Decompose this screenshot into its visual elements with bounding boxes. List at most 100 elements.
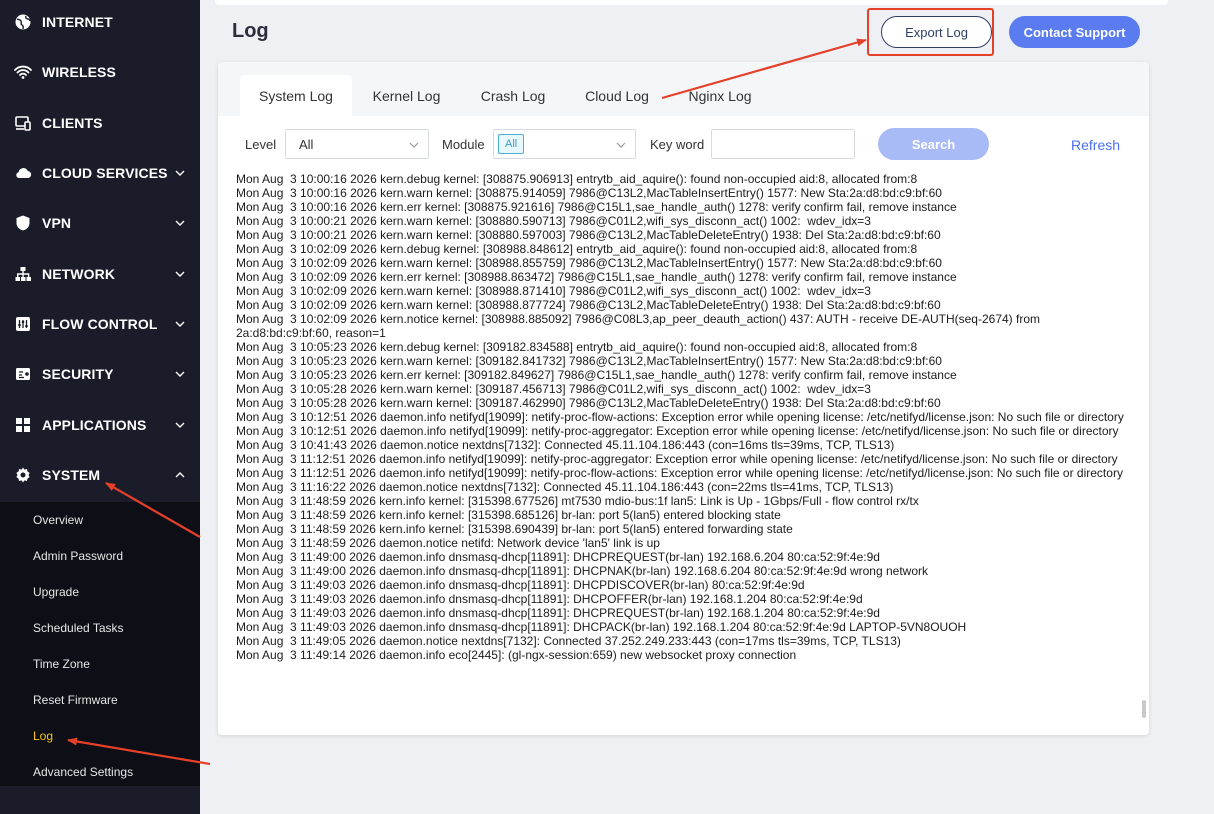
submenu-item-admin-password[interactable]: Admin Password <box>33 549 123 563</box>
sidebar-item-vpn[interactable]: VPN <box>0 198 200 248</box>
log-line: Mon Aug 3 10:00:16 2026 kern.warn kernel… <box>236 186 942 200</box>
chevron-down-icon <box>174 217 186 229</box>
chevron-down-icon <box>174 419 186 431</box>
keyword-label: Key word <box>650 137 705 152</box>
log-line: Mon Aug 3 10:05:28 2026 kern.warn kernel… <box>236 382 871 396</box>
chevron-down-icon <box>174 318 186 330</box>
sidebar-item-cloud-services[interactable]: CLOUD SERVICES <box>0 148 200 198</box>
sidebar-item-applications[interactable]: APPLICATIONS <box>0 400 200 450</box>
log-line: Mon Aug 3 10:12:51 2026 daemon.info neti… <box>236 424 1119 438</box>
sidebar-item-wireless[interactable]: WIRELESS <box>0 47 200 97</box>
refresh-link[interactable]: Refresh <box>1071 137 1120 153</box>
tab-kernel-log[interactable]: Kernel Log <box>361 75 452 116</box>
log-line: Mon Aug 3 11:49:00 2026 daemon.info dnsm… <box>236 550 880 564</box>
log-line: Mon Aug 3 11:49:03 2026 daemon.info dnsm… <box>236 592 863 606</box>
log-line: Mon Aug 3 11:49:00 2026 daemon.info dnsm… <box>236 564 928 578</box>
devices-icon <box>14 114 32 132</box>
log-line: Mon Aug 3 10:00:16 2026 kern.debug kerne… <box>236 172 918 186</box>
system-submenu: Overview Admin Password Upgrade Schedule… <box>0 502 200 786</box>
log-viewer[interactable]: Mon Aug 3 10:00:16 2026 kern.debug kerne… <box>236 172 1142 719</box>
sidebar-item-label: APPLICATIONS <box>42 417 147 433</box>
log-line: Mon Aug 3 10:00:21 2026 kern.warn kernel… <box>236 214 871 228</box>
submenu-item-overview[interactable]: Overview <box>33 513 83 527</box>
sidebar-item-label: FLOW CONTROL <box>42 316 158 332</box>
sidebar-item-clients[interactable]: CLIENTS <box>0 98 200 148</box>
module-tag: All <box>498 134 525 154</box>
sidebar-item-label: NETWORK <box>42 266 116 282</box>
keyword-input[interactable] <box>711 129 855 159</box>
tab-bar: System Log Kernel Log Crash Log Cloud Lo… <box>218 62 1149 116</box>
log-line: Mon Aug 3 10:05:23 2026 kern.err kernel:… <box>236 368 957 382</box>
log-line: Mon Aug 3 11:49:14 2026 daemon.info eco[… <box>236 648 797 662</box>
log-line: Mon Aug 3 10:41:43 2026 daemon.notice ne… <box>236 438 895 452</box>
module-select[interactable]: All <box>493 129 636 159</box>
tab-crash-log[interactable]: Crash Log <box>471 75 555 116</box>
sidebar-item-label: INTERNET <box>42 14 113 30</box>
chevron-down-icon <box>174 167 186 179</box>
log-scrollbar-thumb[interactable] <box>1142 700 1146 718</box>
flow-control-icon <box>14 315 32 333</box>
chevron-down-icon <box>174 368 186 380</box>
wifi-icon <box>14 63 32 81</box>
log-line: Mon Aug 3 10:02:09 2026 kern.warn kernel… <box>236 298 941 312</box>
sidebar-item-label: SECURITY <box>42 366 114 382</box>
sidebar-item-label: VPN <box>42 215 72 231</box>
level-select-value: All <box>299 137 314 152</box>
level-label: Level <box>245 137 277 152</box>
sidebar: INTERNET WIRELESS CLIENTS CLOUD SERVICES… <box>0 0 200 814</box>
gear-icon <box>14 466 32 484</box>
log-line: Mon Aug 3 10:02:09 2026 kern.debug kerne… <box>236 242 918 256</box>
search-button[interactable]: Search <box>878 128 989 160</box>
submenu-item-scheduled-tasks[interactable]: Scheduled Tasks <box>33 621 124 635</box>
submenu-item-time-zone[interactable]: Time Zone <box>33 657 90 671</box>
chevron-down-icon <box>174 268 186 280</box>
log-line: Mon Aug 3 10:12:51 2026 daemon.info neti… <box>236 410 1124 424</box>
log-line: Mon Aug 3 11:48:59 2026 kern.info kernel… <box>236 494 919 508</box>
sidebar-item-internet[interactable]: INTERNET <box>0 0 200 47</box>
sidebar-item-security[interactable]: SECURITY <box>0 349 200 399</box>
log-line: Mon Aug 3 11:48:59 2026 kern.info kernel… <box>236 522 793 536</box>
sidebar-item-label: CLOUD SERVICES <box>42 165 168 181</box>
submenu-item-advanced-settings[interactable]: Advanced Settings <box>33 765 133 779</box>
log-line: Mon Aug 3 10:05:23 2026 kern.warn kernel… <box>236 354 942 368</box>
top-strip <box>215 0 1168 5</box>
log-line: Mon Aug 3 10:00:21 2026 kern.warn kernel… <box>236 228 941 242</box>
log-line: Mon Aug 3 11:49:03 2026 daemon.info dnsm… <box>236 578 805 592</box>
sidebar-item-flow-control[interactable]: FLOW CONTROL <box>0 299 200 349</box>
level-select[interactable]: All <box>285 129 429 159</box>
chevron-down-icon <box>408 139 420 151</box>
sidebar-item-system[interactable]: SYSTEM <box>0 450 200 500</box>
tab-cloud-log[interactable]: Cloud Log <box>574 75 660 116</box>
log-line: Mon Aug 3 10:05:28 2026 kern.warn kernel… <box>236 396 941 410</box>
log-line: Mon Aug 3 11:12:51 2026 daemon.info neti… <box>236 466 1123 480</box>
globe-icon <box>14 13 32 31</box>
log-line: Mon Aug 3 10:00:16 2026 kern.err kernel:… <box>236 200 957 214</box>
sidebar-item-label: CLIENTS <box>42 115 103 131</box>
network-icon <box>14 265 32 283</box>
page-title: Log <box>232 20 269 42</box>
log-line: Mon Aug 3 10:02:09 2026 kern.warn kernel… <box>236 284 871 298</box>
submenu-item-log[interactable]: Log <box>33 729 53 743</box>
log-line: Mon Aug 3 11:49:03 2026 daemon.info dnsm… <box>236 606 880 620</box>
submenu-item-reset-firmware[interactable]: Reset Firmware <box>33 693 118 707</box>
security-icon <box>14 365 32 383</box>
cloud-icon <box>14 164 32 182</box>
applications-icon <box>14 416 32 434</box>
log-line: Mon Aug 3 11:12:51 2026 daemon.info neti… <box>236 452 1118 466</box>
export-log-button[interactable]: Export Log <box>881 16 992 48</box>
sidebar-item-label: WIRELESS <box>42 64 116 80</box>
module-label: Module <box>442 137 485 152</box>
contact-support-button[interactable]: Contact Support <box>1009 16 1140 48</box>
tab-system-log[interactable]: System Log <box>240 75 352 116</box>
log-line: Mon Aug 3 11:48:59 2026 daemon.notice ne… <box>236 536 660 550</box>
chevron-up-icon <box>174 469 186 481</box>
submenu-item-upgrade[interactable]: Upgrade <box>33 585 79 599</box>
sidebar-item-label: SYSTEM <box>42 467 101 483</box>
tab-nginx-log[interactable]: Nginx Log <box>680 75 760 116</box>
chevron-down-icon <box>615 139 627 151</box>
log-line: Mon Aug 3 11:48:59 2026 kern.info kernel… <box>236 508 781 522</box>
shield-icon <box>14 214 32 232</box>
sidebar-item-network[interactable]: NETWORK <box>0 249 200 299</box>
log-card: System Log Kernel Log Crash Log Cloud Lo… <box>218 62 1149 735</box>
log-line: Mon Aug 3 11:49:03 2026 daemon.info dnsm… <box>236 620 967 634</box>
